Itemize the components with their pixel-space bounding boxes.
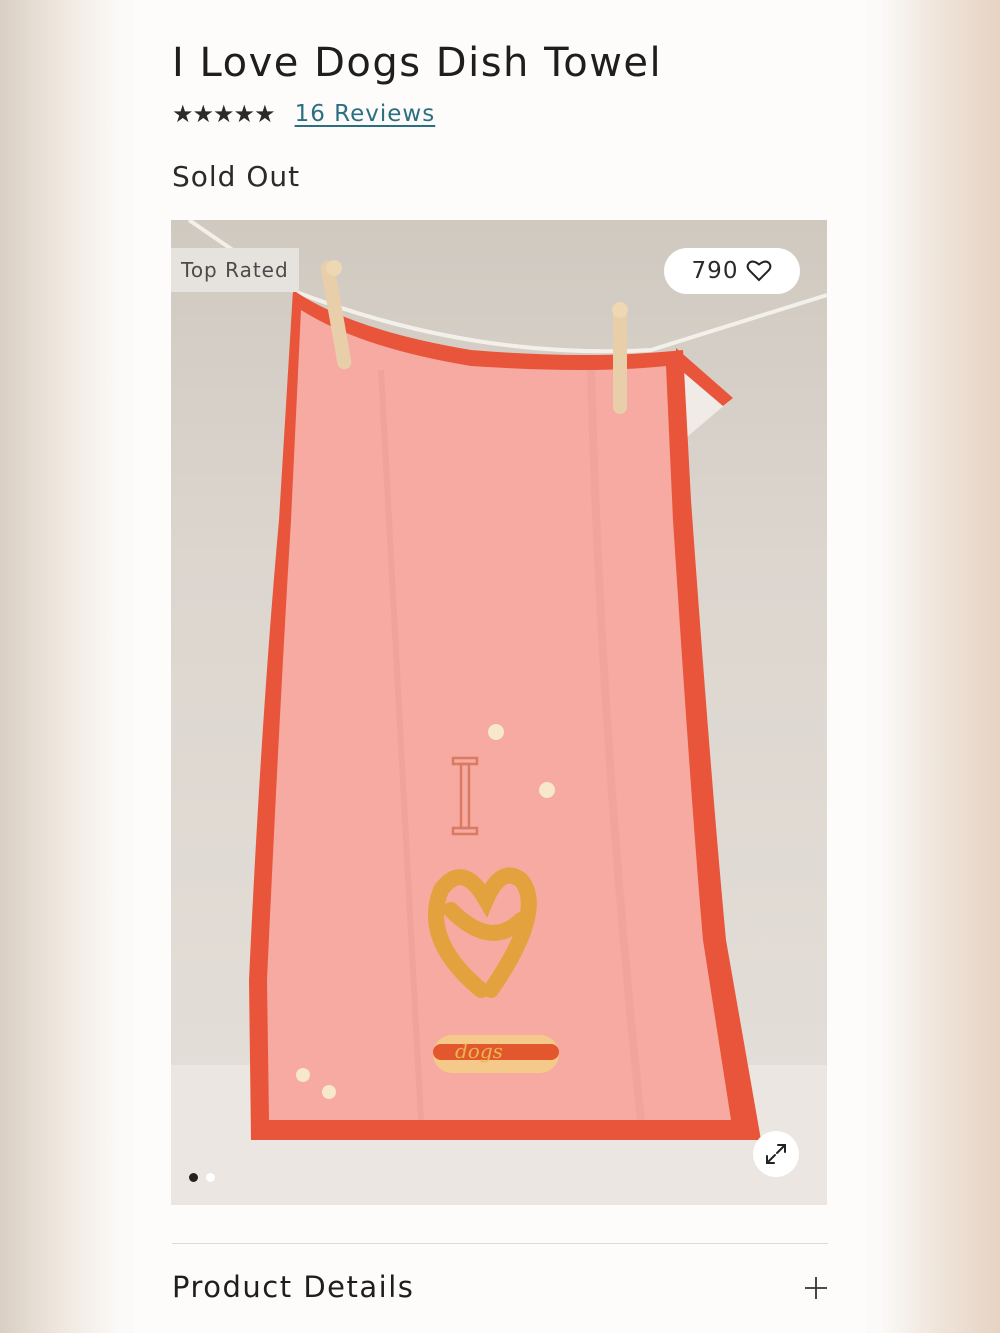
carousel-dot-2[interactable]	[206, 1173, 215, 1182]
product-title: I Love Dogs Dish Towel	[172, 40, 663, 86]
product-image-gallery[interactable]: dogs Top Rated 790	[171, 220, 827, 1205]
expand-icon	[766, 1144, 786, 1164]
carousel-dots	[189, 1173, 215, 1182]
favorite-button[interactable]: 790	[664, 248, 800, 294]
product-details-toggle[interactable]: Product Details	[172, 1270, 828, 1330]
product-page: I Love Dogs Dish Towel ★★★★★ 16 Reviews …	[134, 0, 866, 1333]
rating-row: ★★★★★ 16 Reviews	[172, 100, 435, 128]
reviews-link[interactable]: 16 Reviews	[295, 101, 436, 127]
favorite-count: 790	[691, 258, 739, 284]
top-rated-badge: Top Rated	[171, 248, 299, 292]
plus-icon	[805, 1277, 827, 1299]
star-rating: ★★★★★	[172, 100, 276, 128]
product-details-label: Product Details	[172, 1270, 415, 1304]
heart-icon	[747, 260, 772, 282]
stock-status: Sold Out	[172, 160, 301, 193]
product-image: dogs	[171, 220, 827, 1205]
towel-print-text: dogs	[455, 1039, 503, 1063]
carousel-dot-1[interactable]	[189, 1173, 198, 1182]
divider	[172, 1243, 828, 1244]
expand-image-button[interactable]	[753, 1131, 799, 1177]
